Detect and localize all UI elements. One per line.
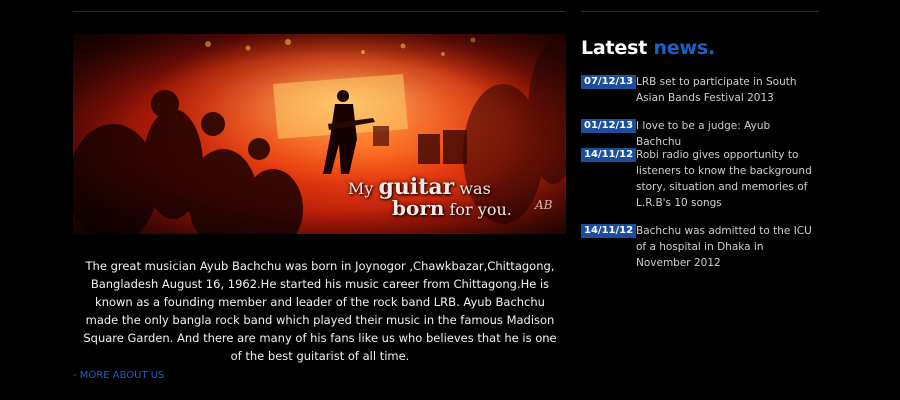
about-paragraph: The great musician Ayub Bachchu was born… xyxy=(83,259,557,363)
more-about-us-link[interactable]: - MORE ABOUT US xyxy=(73,370,164,381)
news-heading: Latest news. xyxy=(581,37,715,59)
news-headline-link[interactable]: Bachchu was admitted to the ICU of a hos… xyxy=(636,223,818,271)
top-divider-left xyxy=(73,11,566,12)
top-divider-right xyxy=(581,11,819,12)
news-headline-link[interactable]: I love to be a judge: Ayub Bachchu xyxy=(636,118,818,150)
news-date-badge: 14/11/12 xyxy=(581,224,637,238)
news-date-badge: 07/12/13 xyxy=(581,75,637,89)
hero-tagline: My guitar was born for you. xyxy=(348,176,548,218)
artist-signature: AB xyxy=(535,198,553,212)
news-heading-word-news: news. xyxy=(653,37,716,59)
news-headline-link[interactable]: LRB set to participate in South Asian Ba… xyxy=(636,74,818,106)
tagline-word-born: born xyxy=(392,196,445,220)
news-heading-word-latest: Latest xyxy=(581,37,648,59)
news-date-badge: 01/12/13 xyxy=(581,119,637,133)
tagline-word-for-you: for you. xyxy=(449,200,512,219)
hero-banner-image: My guitar was born for you. AB xyxy=(73,34,566,234)
news-date-badge: 14/11/12 xyxy=(581,148,637,162)
tagline-word-was: was xyxy=(459,179,491,198)
tagline-word-my: My xyxy=(348,179,374,198)
news-headline-link[interactable]: Robi radio gives opportunity to listener… xyxy=(636,147,818,211)
